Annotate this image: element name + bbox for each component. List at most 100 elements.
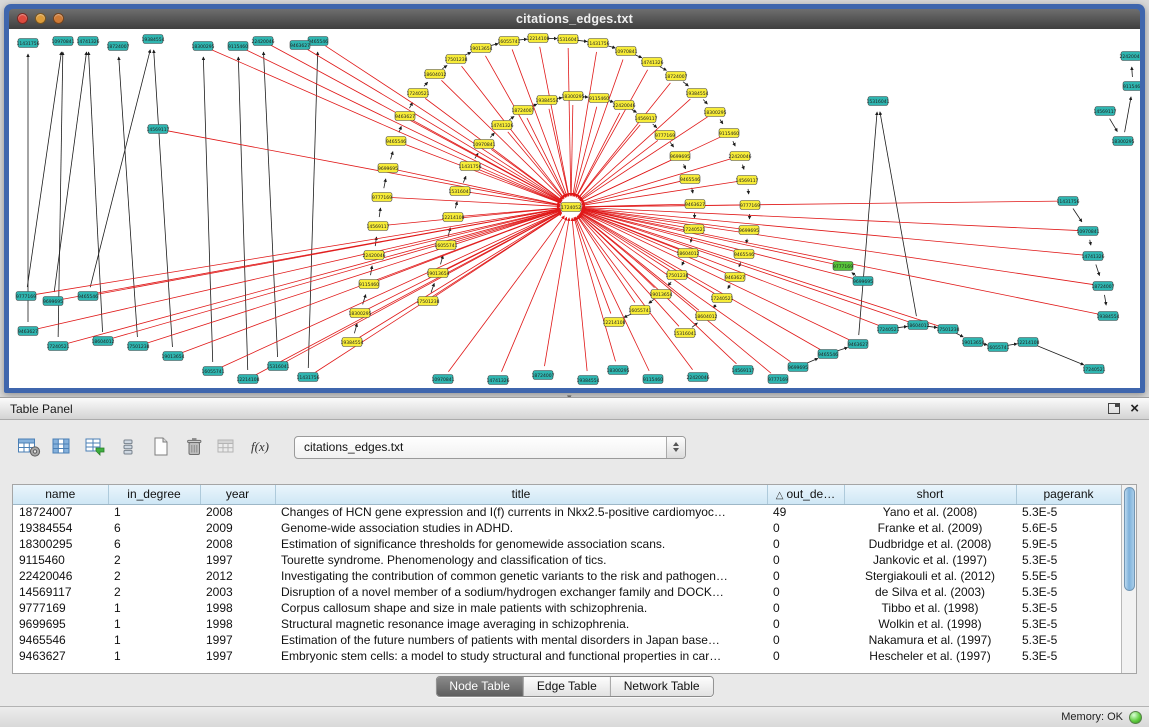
import-table-icon[interactable] (82, 435, 108, 459)
graph-node[interactable]: 15316041 (557, 35, 580, 44)
combobox-stepper-icon[interactable] (666, 437, 685, 458)
graph-node[interactable]: 19384554 (536, 96, 559, 105)
col-header-name[interactable]: name (13, 485, 108, 504)
graph-node[interactable]: 16055741 (629, 306, 652, 315)
citation-edge-black[interactable] (264, 52, 278, 357)
col-header-pagerank[interactable]: pagerank (1016, 485, 1121, 504)
citation-edge-black[interactable] (670, 142, 673, 147)
citation-edge-black[interactable] (720, 119, 723, 123)
graph-node[interactable]: 9463627 (725, 273, 745, 282)
table-row[interactable]: 946362711997Embryonic stem cells: a mode… (13, 648, 1121, 664)
graph-node[interactable]: 9465546 (386, 137, 406, 146)
citation-edge-black[interactable] (375, 237, 376, 246)
table-cell[interactable]: 1997 (200, 552, 275, 568)
citation-edge-red[interactable] (582, 209, 1094, 285)
table-cell[interactable]: 49 (767, 504, 844, 520)
citation-edge-black[interactable] (455, 202, 457, 209)
graph-node[interactable]: 14569117 (732, 366, 755, 375)
graph-node[interactable]: 12214108 (527, 34, 550, 43)
col-header-year[interactable]: year (200, 485, 275, 504)
citation-edge-black[interactable] (852, 273, 856, 276)
citation-edge-black[interactable] (880, 112, 916, 316)
graph-node[interactable]: 10970841 (615, 47, 638, 56)
function-builder-icon[interactable]: f(x) (247, 435, 273, 459)
citation-edge-red[interactable] (67, 210, 561, 344)
citation-edge-black[interactable] (89, 52, 103, 332)
table-cell[interactable]: 19384554 (13, 520, 108, 536)
citation-edge-black[interactable] (1096, 265, 1100, 276)
graph-node[interactable]: 17501238 (445, 55, 468, 64)
graph-node[interactable]: 14569117 (1094, 107, 1117, 116)
citation-edge-black[interactable] (653, 124, 657, 128)
col-header-short[interactable]: short (844, 485, 1016, 504)
graph-node[interactable]: 12214108 (1017, 338, 1040, 347)
graph-node[interactable]: 18604012 (695, 312, 718, 321)
table-cell[interactable]: 1 (108, 616, 200, 632)
table-cell[interactable]: 1998 (200, 616, 275, 632)
graph-node[interactable]: 18724007 (1092, 282, 1115, 291)
graph-node[interactable]: 22420046 (613, 101, 636, 110)
citation-edge-black[interactable] (384, 179, 386, 188)
citation-edge-black[interactable] (154, 50, 173, 347)
graph-node[interactable]: 9115460 (1123, 82, 1140, 91)
graph-node[interactable]: 19384554 (686, 89, 709, 98)
table-cell[interactable]: 5.3E-5 (1016, 584, 1121, 600)
table-cell[interactable]: Estimation of significance thresholds fo… (275, 536, 767, 552)
table-cell[interactable]: 6 (108, 520, 200, 536)
table-cell[interactable]: Corpus callosum shape and size in male p… (275, 600, 767, 616)
table-cell[interactable]: 1 (108, 632, 200, 648)
citation-edge-black[interactable] (743, 165, 744, 170)
citation-edge-red[interactable] (575, 59, 623, 196)
table-cell[interactable]: Genome-wide association studies in ADHD. (275, 520, 767, 536)
table-cell[interactable]: 2 (108, 568, 200, 584)
graph-node[interactable]: 18300295 (562, 92, 585, 101)
table-cell[interactable]: 0 (767, 632, 844, 648)
graph-node[interactable]: 11431756 (1057, 197, 1080, 206)
citation-edge-black[interactable] (682, 261, 684, 265)
table-cell[interactable]: 0 (767, 648, 844, 664)
col-header-in-degree[interactable]: in_degree (108, 485, 200, 504)
citation-edge-black[interactable] (27, 52, 61, 287)
table-row[interactable]: 911546021997Tourette syndrome. Phenomeno… (13, 552, 1121, 568)
graph-node[interactable]: 18300295 (1112, 137, 1135, 146)
graph-node[interactable]: 17501238 (666, 271, 689, 280)
citation-edge-red[interactable] (455, 210, 561, 242)
graph-node[interactable]: 19013654 (650, 290, 673, 299)
citation-edge-red[interactable] (326, 46, 562, 201)
table-cell[interactable]: 9777169 (13, 600, 108, 616)
table-cell[interactable]: 2009 (200, 520, 275, 536)
citation-edge-black[interactable] (409, 103, 412, 109)
citation-edge-red[interactable] (576, 70, 647, 198)
graph-node[interactable]: 18724007 (665, 72, 688, 81)
graph-node[interactable]: 9465546 (78, 292, 98, 301)
table-cell[interactable]: de Silva et al. (2003) (844, 584, 1016, 600)
graph-node[interactable]: 9465546 (308, 37, 328, 46)
graph-node[interactable]: 9463627 (848, 340, 868, 349)
graph-node[interactable]: 9699695 (739, 226, 759, 235)
graph-node[interactable]: 10970841 (473, 140, 496, 149)
table-cell[interactable]: 6 (108, 536, 200, 552)
citation-network-graph[interactable]: 1724052193845541830029591154602242004614… (9, 29, 1140, 388)
graph-node[interactable]: 9777169 (768, 375, 788, 384)
citation-edge-red[interactable] (286, 212, 561, 361)
graph-node[interactable]: 9699695 (670, 152, 690, 161)
graph-node[interactable]: 17501238 (127, 342, 150, 351)
citation-edge-black[interactable] (684, 164, 686, 169)
network-canvas[interactable]: 1724052193845541830029591154602242004614… (9, 29, 1140, 388)
table-cell[interactable]: Nakamura et al. (1997) (844, 632, 1016, 648)
graph-node[interactable]: 9777169 (740, 201, 760, 210)
table-cell[interactable]: 2 (108, 584, 200, 600)
citation-edge-black[interactable] (463, 176, 466, 182)
graph-node[interactable]: 16055741 (435, 241, 458, 250)
citation-edge-black[interactable] (649, 299, 654, 303)
table-cell[interactable]: 5.6E-5 (1016, 520, 1121, 536)
citation-edge-black[interactable] (391, 152, 393, 160)
table-cell[interactable]: 2008 (200, 536, 275, 552)
citation-edge-black[interactable] (748, 189, 749, 194)
graph-node[interactable]: 9699695 (43, 297, 63, 306)
graph-node[interactable]: 15316041 (449, 187, 472, 196)
graph-node[interactable]: 9463627 (685, 200, 705, 209)
table-cell[interactable]: Disruption of a novel member of a sodium… (275, 584, 767, 600)
minimize-window-button[interactable] (35, 13, 46, 24)
citation-edge-red[interactable] (579, 99, 690, 200)
